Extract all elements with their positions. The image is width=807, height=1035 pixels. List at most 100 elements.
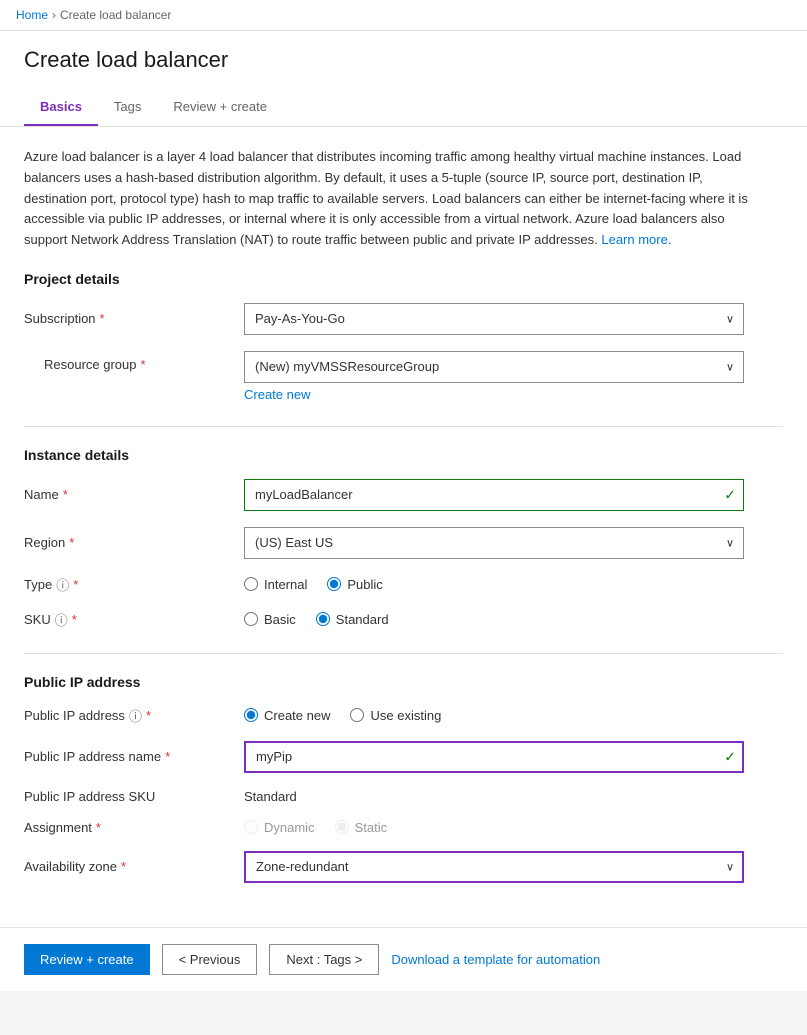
region-select-wrapper: (US) East US ∨ <box>244 527 744 559</box>
sku-info-icon[interactable]: ⓘ <box>55 610 68 629</box>
sku-basic-radio[interactable] <box>244 612 258 626</box>
assignment-dynamic-option: Dynamic <box>244 820 315 835</box>
assignment-dynamic-radio[interactable] <box>244 820 258 834</box>
type-internal-option: Internal <box>244 577 307 592</box>
section-separator-1 <box>24 426 783 427</box>
type-control: Internal Public <box>244 577 744 592</box>
subscription-control: Pay-As-You-Go ∨ <box>244 303 744 335</box>
region-label: Region <box>24 535 244 550</box>
type-internal-radio[interactable] <box>244 577 258 591</box>
subscription-label: Subscription <box>24 311 244 326</box>
assignment-control: Dynamic Static <box>244 820 744 835</box>
subscription-select-wrapper: Pay-As-You-Go ∨ <box>244 303 744 335</box>
sku-label: SKU ⓘ <box>24 610 244 629</box>
availability-zone-label: Availability zone <box>24 859 244 874</box>
assignment-static-label: Static <box>355 820 388 835</box>
section-separator-2 <box>24 653 783 654</box>
public-ip-name-check-icon: ✓ <box>724 748 736 765</box>
tab-basics[interactable]: Basics <box>24 89 98 126</box>
public-ip-sku-row: Public IP address SKU Standard <box>24 789 783 804</box>
sku-standard-option: Standard <box>316 612 389 627</box>
public-ip-name-control: ✓ <box>244 741 744 773</box>
sku-basic-option: Basic <box>244 612 296 627</box>
public-ip-address-label: Public IP address ⓘ <box>24 706 244 725</box>
public-ip-name-input-wrapper: ✓ <box>244 741 744 773</box>
pip-create-new-radio[interactable] <box>244 708 258 722</box>
download-template-link[interactable]: Download a template for automation <box>391 952 600 967</box>
page-header: Create load balancer Basics Tags Review … <box>0 31 807 127</box>
subscription-row: Subscription Pay-As-You-Go ∨ <box>24 303 783 335</box>
public-ip-sku-label: Public IP address SKU <box>24 789 244 804</box>
sku-basic-label[interactable]: Basic <box>264 612 296 627</box>
type-row: Type ⓘ Internal Public <box>24 575 783 594</box>
resource-group-create-new-link[interactable]: Create new <box>244 387 310 402</box>
pip-create-new-option: Create new <box>244 708 330 723</box>
public-ip-sku-value: Standard <box>244 789 744 804</box>
pip-use-existing-radio[interactable] <box>350 708 364 722</box>
assignment-dynamic-label: Dynamic <box>264 820 315 835</box>
public-ip-title: Public IP address <box>24 674 783 690</box>
resource-group-row: Resource group (New) myVMSSResourceGroup… <box>24 351 783 402</box>
region-select[interactable]: (US) East US <box>244 527 744 559</box>
previous-button[interactable]: < Previous <box>162 944 258 975</box>
breadcrumb-home[interactable]: Home <box>16 8 48 22</box>
region-control: (US) East US ∨ <box>244 527 744 559</box>
assignment-row: Assignment Dynamic Static <box>24 820 783 835</box>
type-info-icon[interactable]: ⓘ <box>56 575 69 594</box>
sku-control: Basic Standard <box>244 612 744 627</box>
name-input[interactable] <box>244 479 744 511</box>
instance-details-title: Instance details <box>24 447 783 463</box>
assignment-radio-group: Dynamic Static <box>244 820 744 835</box>
name-row: Name ✓ <box>24 479 783 511</box>
name-check-icon: ✓ <box>724 486 736 503</box>
pip-create-new-label[interactable]: Create new <box>264 708 330 723</box>
type-public-label[interactable]: Public <box>347 577 382 592</box>
pip-use-existing-label[interactable]: Use existing <box>370 708 441 723</box>
assignment-static-radio[interactable] <box>335 820 349 834</box>
public-ip-name-input[interactable] <box>244 741 744 773</box>
sku-standard-radio[interactable] <box>316 612 330 626</box>
availability-zone-select-wrapper: Zone-redundant ∨ <box>244 851 744 883</box>
review-create-button[interactable]: Review + create <box>24 944 150 975</box>
resource-group-control: (New) myVMSSResourceGroup ∨ Create new <box>244 351 744 402</box>
type-public-option: Public <box>327 577 382 592</box>
type-internal-label[interactable]: Internal <box>264 577 307 592</box>
type-public-radio[interactable] <box>327 577 341 591</box>
resource-group-label: Resource group <box>24 351 244 372</box>
public-ip-radio-group: Create new Use existing <box>244 708 744 723</box>
name-input-wrapper: ✓ <box>244 479 744 511</box>
project-details-title: Project details <box>24 271 783 287</box>
name-label: Name <box>24 487 244 502</box>
tab-review-create[interactable]: Review + create <box>157 89 283 126</box>
next-button[interactable]: Next : Tags > <box>269 944 379 975</box>
public-ip-info-icon[interactable]: ⓘ <box>129 706 142 725</box>
resource-group-select[interactable]: (New) myVMSSResourceGroup <box>244 351 744 383</box>
pip-use-existing-option: Use existing <box>350 708 441 723</box>
availability-zone-row: Availability zone Zone-redundant ∨ <box>24 851 783 883</box>
public-ip-sku-text: Standard <box>244 789 297 804</box>
subscription-select[interactable]: Pay-As-You-Go <box>244 303 744 335</box>
name-control: ✓ <box>244 479 744 511</box>
project-details-section: Project details Subscription Pay-As-You-… <box>24 271 783 402</box>
sku-standard-label[interactable]: Standard <box>336 612 389 627</box>
public-ip-name-row: Public IP address name ✓ <box>24 741 783 773</box>
resource-group-select-wrapper: (New) myVMSSResourceGroup ∨ <box>244 351 744 383</box>
breadcrumb: Home › Create load balancer <box>0 0 807 31</box>
availability-zone-select[interactable]: Zone-redundant <box>244 851 744 883</box>
public-ip-address-control: Create new Use existing <box>244 708 744 723</box>
assignment-static-option: Static <box>335 820 388 835</box>
breadcrumb-separator: › <box>52 8 56 22</box>
footer: Review + create < Previous Next : Tags >… <box>0 927 807 991</box>
availability-zone-control: Zone-redundant ∨ <box>244 851 744 883</box>
tab-tags[interactable]: Tags <box>98 89 157 126</box>
type-label: Type ⓘ <box>24 575 244 594</box>
main-content: Azure load balancer is a layer 4 load ba… <box>0 127 807 927</box>
instance-details-section: Instance details Name ✓ Region (US) E <box>24 447 783 629</box>
tab-bar: Basics Tags Review + create <box>24 89 783 126</box>
sku-row: SKU ⓘ Basic Standard <box>24 610 783 629</box>
page-title: Create load balancer <box>24 47 783 73</box>
description: Azure load balancer is a layer 4 load ba… <box>24 147 764 251</box>
public-ip-address-row: Public IP address ⓘ Create new Use exist… <box>24 706 783 725</box>
learn-more-link[interactable]: Learn more. <box>601 232 671 247</box>
public-ip-name-label: Public IP address name <box>24 749 244 764</box>
